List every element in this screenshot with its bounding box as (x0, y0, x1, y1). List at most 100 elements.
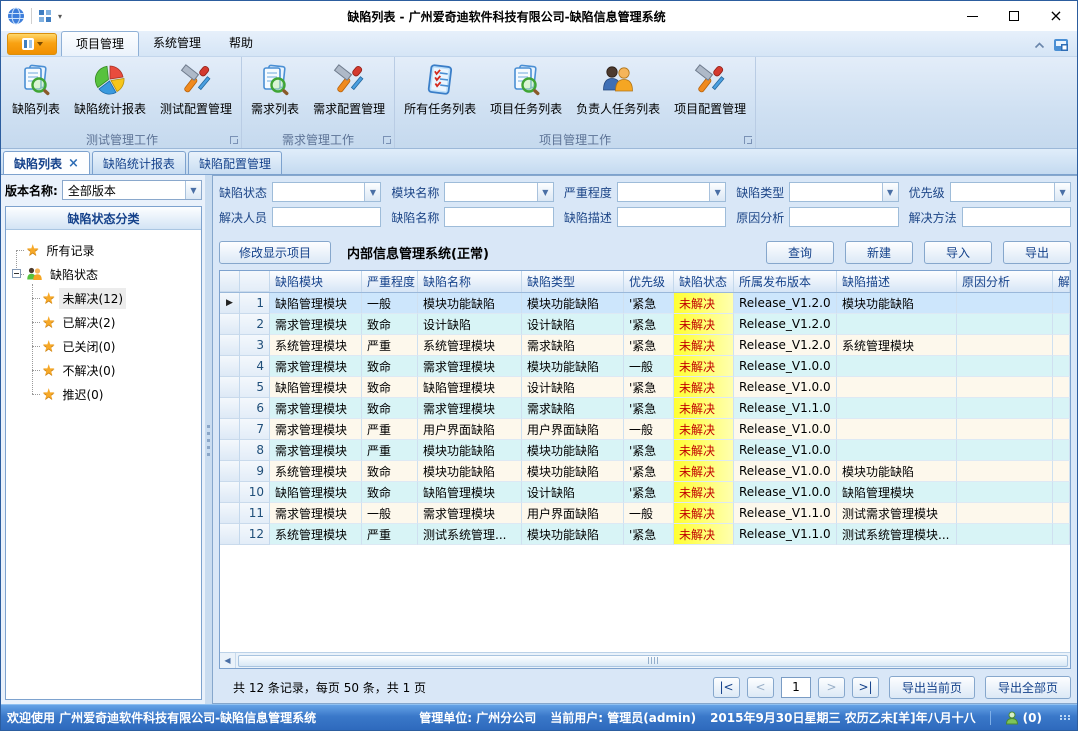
page-number-input[interactable] (781, 677, 811, 698)
tree-item[interactable]: 缺陷状态 (6, 262, 201, 286)
table-row[interactable]: 9系统管理模块致命模块功能缺陷模块功能缺陷'紧急未解决Release_V1.0.… (220, 461, 1070, 482)
filter-input[interactable] (962, 207, 1071, 227)
tree-item[interactable]: ★不解决(0) (6, 358, 201, 382)
resize-grip[interactable] (1060, 715, 1071, 720)
filter-text-input[interactable] (963, 208, 1070, 226)
table-row[interactable]: 3系统管理模块严重系统管理模块需求缺陷'紧急未解决Release_V1.2.0系… (220, 335, 1070, 356)
chevron-down-icon[interactable]: ▼ (709, 183, 725, 201)
doc-tab[interactable]: 缺陷配置管理 (188, 151, 282, 174)
modify-columns-button[interactable]: 修改显示项目 (219, 241, 331, 264)
filter-text-input[interactable] (273, 183, 364, 201)
tree-item[interactable]: ★所有记录 (6, 238, 201, 262)
chevron-down-icon[interactable]: ▼ (882, 183, 898, 201)
column-header[interactable]: 严重程度 (362, 271, 418, 292)
sidebar-splitter[interactable] (205, 175, 212, 704)
filter-select[interactable]: ▼ (444, 182, 553, 202)
dialog-launcher-icon[interactable] (383, 136, 391, 144)
export-button[interactable]: 导出 (1003, 241, 1071, 264)
filter-text-input[interactable] (790, 208, 897, 226)
tree-item[interactable]: ★推迟(0) (6, 382, 201, 406)
first-page-button[interactable]: |< (713, 677, 740, 698)
filter-text-input[interactable] (445, 183, 536, 201)
filter-input[interactable] (272, 207, 381, 227)
ribbon-tab[interactable]: 系统管理 (139, 31, 215, 56)
column-header[interactable]: 缺陷名称 (418, 271, 522, 292)
doc-tab[interactable]: 缺陷统计报表 (92, 151, 186, 174)
filter-select[interactable]: ▼ (950, 182, 1071, 202)
filter-text-input[interactable] (790, 183, 881, 201)
ribbon-button[interactable]: 缺陷列表 (5, 59, 67, 119)
query-button[interactable]: 查询 (766, 241, 834, 264)
close-tab-icon[interactable]: × (68, 157, 79, 170)
next-page-button[interactable]: > (818, 677, 845, 698)
close-button[interactable]: × (1035, 1, 1077, 31)
ribbon-button[interactable]: 项目配置管理 (667, 59, 753, 119)
filter-input[interactable] (789, 207, 898, 227)
minimize-button[interactable] (951, 1, 993, 31)
version-select[interactable]: 全部版本 ▼ (62, 180, 202, 200)
filter-select[interactable]: ▼ (272, 182, 381, 202)
scrollbar-thumb[interactable] (238, 655, 1068, 667)
app-menu-button[interactable] (7, 33, 57, 55)
new-button[interactable]: 新建 (845, 241, 913, 264)
import-button[interactable]: 导入 (924, 241, 992, 264)
ribbon-button[interactable]: 负责人任务列表 (569, 59, 667, 119)
table-row[interactable]: 7需求管理模块严重用户界面缺陷用户界面缺陷一般未解决Release_V1.0.0 (220, 419, 1070, 440)
filter-text-input[interactable] (273, 208, 380, 226)
filter-text-input[interactable] (445, 208, 552, 226)
table-row[interactable]: 2需求管理模块致命设计缺陷设计缺陷'紧急未解决Release_V1.2.0 (220, 314, 1070, 335)
ribbon-collapse-icon[interactable] (1034, 41, 1045, 49)
ribbon-tab[interactable]: 帮助 (215, 31, 267, 56)
ribbon-help-icon[interactable] (1053, 37, 1069, 52)
table-row[interactable]: 11需求管理模块一般需求管理模块用户界面缺陷一般未解决Release_V1.1.… (220, 503, 1070, 524)
ribbon-button[interactable]: 测试配置管理 (153, 59, 239, 119)
table-row[interactable]: 6需求管理模块致命需求管理模块需求缺陷'紧急未解决Release_V1.1.0 (220, 398, 1070, 419)
tree-collapse-toggle[interactable] (12, 269, 21, 278)
filter-text-input[interactable] (618, 208, 725, 226)
filter-select[interactable]: ▼ (617, 182, 726, 202)
table-row[interactable]: 5缺陷管理模块致命缺陷管理模块设计缺陷'紧急未解决Release_V1.0.0 (220, 377, 1070, 398)
column-header[interactable]: 解决方法 (1053, 271, 1070, 292)
ribbon-button[interactable]: 所有任务列表 (397, 59, 483, 119)
scroll-left-icon[interactable]: ◀ (220, 653, 236, 668)
tree-item[interactable]: ★未解决(12) (6, 286, 201, 310)
filter-text-input[interactable] (618, 183, 709, 201)
doc-tab[interactable]: 缺陷列表× (3, 151, 90, 174)
quick-access-grid-icon[interactable] (38, 9, 52, 23)
export-current-page-button[interactable]: 导出当前页 (889, 676, 975, 699)
table-row[interactable]: 4需求管理模块致命需求管理模块模块功能缺陷一般未解决Release_V1.0.0 (220, 356, 1070, 377)
column-header[interactable]: 缺陷类型 (522, 271, 624, 292)
chevron-down-icon[interactable]: ▼ (537, 183, 553, 201)
dialog-launcher-icon[interactable] (744, 136, 752, 144)
tree-item[interactable]: ★已解决(2) (6, 310, 201, 334)
table-row[interactable]: 8需求管理模块严重模块功能缺陷模块功能缺陷'紧急未解决Release_V1.0.… (220, 440, 1070, 461)
dialog-launcher-icon[interactable] (230, 136, 238, 144)
chevron-down-icon[interactable]: ▼ (185, 181, 201, 199)
ribbon-button[interactable]: 需求配置管理 (306, 59, 392, 119)
column-header[interactable]: 优先级 (624, 271, 674, 292)
chevron-down-icon[interactable]: ▼ (364, 183, 380, 201)
export-all-pages-button[interactable]: 导出全部页 (985, 676, 1071, 699)
ribbon-button[interactable]: 项目任务列表 (483, 59, 569, 119)
column-header[interactable]: 缺陷描述 (837, 271, 957, 292)
column-header[interactable]: 所属发布版本 (734, 271, 837, 292)
ribbon-button[interactable]: 需求列表 (244, 59, 306, 119)
filter-select[interactable]: ▼ (789, 182, 898, 202)
filter-input[interactable] (617, 207, 726, 227)
tree-item[interactable]: ★已关闭(0) (6, 334, 201, 358)
filter-text-input[interactable] (951, 183, 1054, 201)
ribbon-tab[interactable]: 项目管理 (61, 31, 139, 56)
filter-input[interactable] (444, 207, 553, 227)
column-header[interactable]: 缺陷状态 (674, 271, 734, 292)
maximize-button[interactable] (993, 1, 1035, 31)
last-page-button[interactable]: >| (852, 677, 879, 698)
chevron-down-icon[interactable]: ▼ (1054, 183, 1070, 201)
column-header[interactable]: 缺陷模块 (270, 271, 362, 292)
horizontal-scrollbar[interactable]: ◀ (220, 652, 1070, 668)
table-row[interactable]: 10缺陷管理模块致命缺陷管理模块设计缺陷'紧急未解决Release_V1.0.0… (220, 482, 1070, 503)
table-row[interactable]: ▶1缺陷管理模块一般模块功能缺陷模块功能缺陷'紧急未解决Release_V1.2… (220, 293, 1070, 314)
prev-page-button[interactable]: < (747, 677, 774, 698)
table-row[interactable]: 12系统管理模块严重测试系统管理...模块功能缺陷'紧急未解决Release_V… (220, 524, 1070, 545)
column-header[interactable]: 原因分析 (957, 271, 1053, 292)
ribbon-button[interactable]: 缺陷统计报表 (67, 59, 153, 119)
